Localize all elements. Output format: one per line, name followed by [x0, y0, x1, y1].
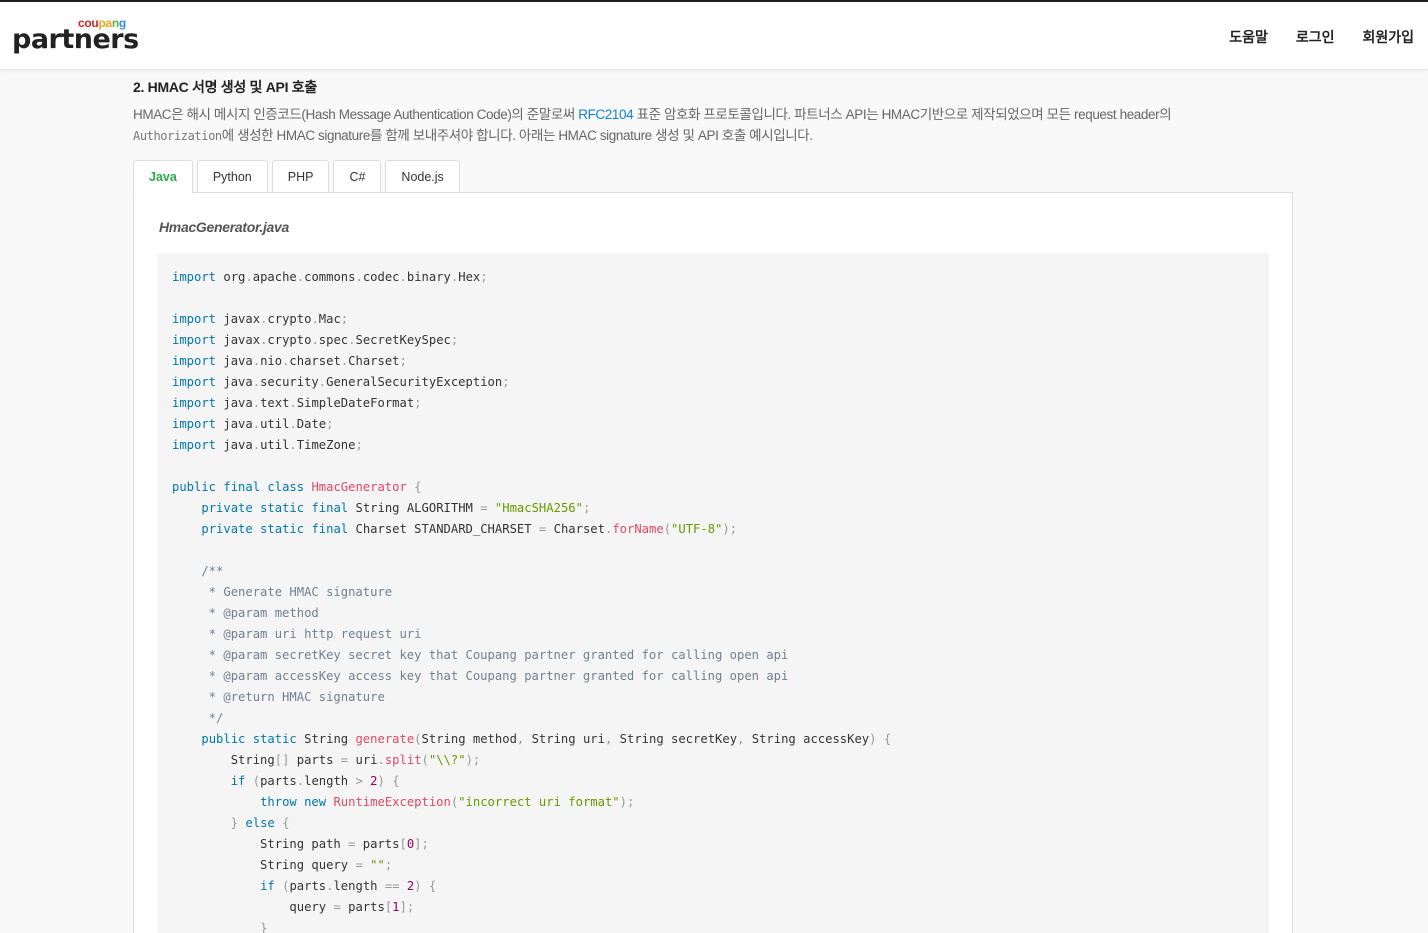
file-name: HmacGenerator.java [159, 219, 290, 235]
top-nav: 도움말 로그인 회원가입 [1229, 27, 1414, 47]
code-block[interactable]: import org.apache.commons.codec.binary.H… [158, 253, 1269, 933]
nav-help[interactable]: 도움말 [1229, 27, 1268, 47]
tab-python[interactable]: Python [196, 160, 268, 193]
nav-signup[interactable]: 회원가입 [1362, 27, 1414, 47]
desc-text-2: 표준 암호화 프로토콜입니다. 파트너스 API는 HMAC기반으로 제작되었으… [633, 107, 1172, 122]
section-description: HMAC은 해시 메시지 인증코드(Hash Message Authentic… [133, 104, 1223, 147]
tab-nodejs[interactable]: Node.js [385, 160, 460, 193]
logo-partners-text: partners [12, 24, 139, 55]
section-title: 2. HMAC 서명 생성 및 API 호출 [133, 79, 317, 95]
nav-login[interactable]: 로그인 [1296, 27, 1335, 47]
coupang-partners-logo[interactable]: coupang partners [12, 16, 139, 60]
authorization-code: Authorization [133, 129, 222, 143]
tab-php[interactable]: PHP [271, 160, 330, 193]
desc-text-3: 에 생성한 HMAC signature를 함께 보내주셔야 합니다. 아래는 … [221, 128, 813, 143]
tab-java[interactable]: Java [133, 160, 193, 194]
code-panel: HmacGenerator.java import org.apache.com… [133, 192, 1293, 933]
code-content: import org.apache.commons.codec.binary.H… [172, 270, 892, 933]
language-tabs: Java Python PHP C# Node.js [133, 160, 464, 194]
tab-csharp[interactable]: C# [333, 160, 382, 193]
desc-text-1: HMAC은 해시 메시지 인증코드(Hash Message Authentic… [133, 107, 579, 122]
site-header: coupang partners 도움말 로그인 회원가입 [0, 2, 1428, 70]
rfc2104-link[interactable]: RFC2104 [578, 107, 633, 122]
